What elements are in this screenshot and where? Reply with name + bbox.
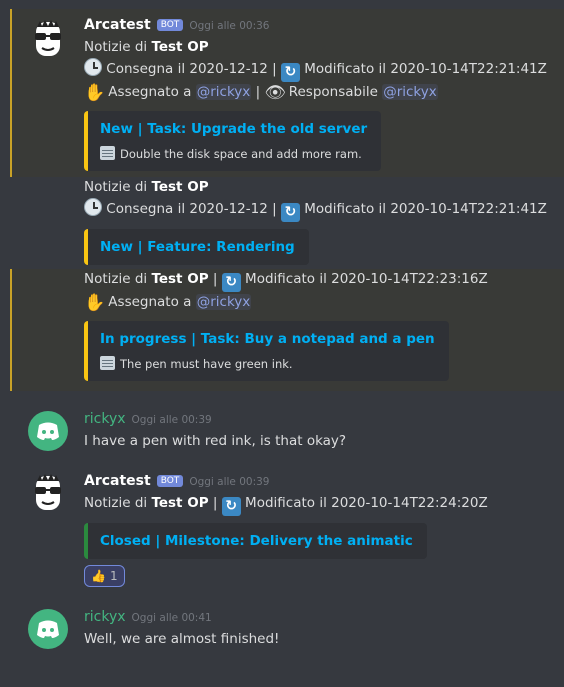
due-text: Consegna il 2020-12-12 |	[106, 61, 277, 77]
discord-logo-icon	[37, 620, 59, 638]
clock-icon	[84, 58, 102, 76]
eye-icon: 👁	[264, 83, 287, 103]
raised-hand-icon: ✋	[84, 83, 106, 103]
sync-icon: ↻	[280, 203, 300, 222]
message-arcatest-2: Notizie di Test OP Consegna il 2020-12-1…	[0, 177, 564, 269]
project-name: Test OP	[151, 271, 209, 287]
timestamp: Oggi alle 00:36	[189, 20, 270, 32]
news-line: Notizie di Test OP | ↻ Modificato il 202…	[84, 271, 488, 292]
embed-description: The pen must have green ink.	[100, 355, 435, 373]
due-line: Consegna il 2020-12-12 | ↻ Modificato il…	[84, 58, 556, 82]
assignee-mention[interactable]: @rickyx	[195, 84, 252, 100]
feature-embed: New | Feature: Rendering	[84, 229, 309, 265]
assigned-line: ✋ Assegnato a @rickyx	[84, 293, 252, 313]
news-line: Notizie di Test OP | ↻ Modificato il 202…	[84, 495, 488, 516]
embed-title-link[interactable]: In progress | Task: Buy a notepad and a …	[100, 329, 435, 349]
sync-icon: ↻	[221, 497, 241, 516]
embed-title-link[interactable]: New | Feature: Rendering	[100, 237, 295, 257]
timestamp: Oggi alle 00:39	[131, 414, 212, 426]
timestamp: Oggi alle 00:39	[189, 476, 270, 488]
embed-description: Double the disk space and add more ram.	[100, 145, 367, 163]
message-text: Well, we are almost finished!	[84, 631, 280, 647]
due-line: Consegna il 2020-12-12 | ↻ Modificato il…	[84, 198, 556, 222]
assigned-line: ✋ Assegnato a @rickyx | 👁 Responsabile @…	[84, 83, 438, 103]
reaction-thumbs-up[interactable]: 👍 1	[84, 565, 125, 587]
sync-icon: ↻	[280, 63, 300, 82]
message-rickyx-2: rickyx Oggi alle 00:41 Well, we are almo…	[0, 607, 564, 650]
reactions: 👍 1	[84, 565, 556, 587]
responsible-mention[interactable]: @rickyx	[382, 84, 438, 100]
bot-avatar[interactable]	[28, 473, 68, 513]
message-text: I have a pen with red ink, is that okay?	[84, 433, 347, 449]
news-line: Notizie di Test OP	[84, 179, 209, 195]
message-arcatest-3: Notizie di Test OP | ↻ Modificato il 202…	[10, 269, 564, 391]
reaction-count: 1	[109, 568, 118, 583]
project-name: Test OP	[151, 39, 209, 55]
embed-title-link[interactable]: New | Task: Upgrade the old server	[100, 119, 367, 139]
user-avatar[interactable]	[28, 609, 68, 649]
raised-hand-icon: ✋	[84, 293, 106, 313]
author-name[interactable]: Arcatest	[84, 15, 151, 36]
task-embed: New | Task: Upgrade the old server Doubl…	[84, 111, 382, 171]
modified-text: Modificato il 2020-10-14T22:24:20Z	[245, 495, 488, 511]
news-line: Notizie di Test OP	[84, 39, 209, 55]
task-embed: In progress | Task: Buy a notepad and a …	[84, 321, 449, 381]
sync-icon: ↻	[221, 273, 241, 292]
discord-logo-icon	[37, 422, 59, 440]
sunglasses-face-icon	[35, 474, 61, 510]
milestone-embed: Closed | Milestone: Delivery the animati…	[84, 523, 427, 559]
notepad-icon	[100, 356, 115, 370]
message-group-arcatest-1: Arcatest BOT Oggi alle 00:36 Notizie di …	[10, 9, 564, 177]
thumbs-up-icon: 👍	[91, 568, 106, 583]
author-name[interactable]: Arcatest	[84, 471, 151, 492]
project-name: Test OP	[151, 495, 209, 511]
clock-icon	[84, 198, 102, 216]
bot-badge: BOT	[156, 475, 184, 487]
notepad-icon	[100, 146, 115, 160]
due-text: Consegna il 2020-12-12 |	[106, 201, 277, 217]
modified-text: Modificato il 2020-10-14T22:21:41Z	[304, 201, 547, 217]
timestamp: Oggi alle 00:41	[131, 612, 212, 624]
author-name[interactable]: rickyx	[84, 409, 126, 430]
embed-title-link[interactable]: Closed | Milestone: Delivery the animati…	[100, 531, 413, 551]
bot-badge: BOT	[156, 19, 184, 31]
project-name: Test OP	[151, 179, 209, 195]
assignee-mention[interactable]: @rickyx	[195, 294, 252, 310]
bot-avatar[interactable]	[28, 19, 68, 59]
modified-text: Modificato il 2020-10-14T22:21:41Z	[304, 61, 547, 77]
sunglasses-face-icon	[35, 20, 61, 56]
author-name[interactable]: rickyx	[84, 607, 126, 628]
message-rickyx-1: rickyx Oggi alle 00:39 I have a pen with…	[0, 409, 564, 452]
modified-text: Modificato il 2020-10-14T22:23:16Z	[245, 271, 488, 287]
message-arcatest-4: Arcatest BOT Oggi alle 00:39 Notizie di …	[0, 471, 564, 587]
user-avatar[interactable]	[28, 411, 68, 451]
